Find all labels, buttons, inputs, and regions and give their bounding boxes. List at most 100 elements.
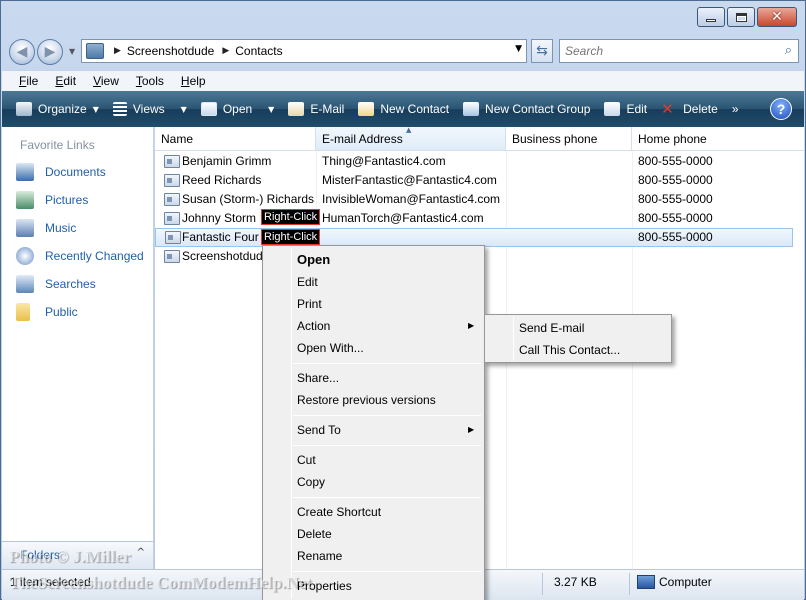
favorite-links-title: Favorite Links [20,138,95,152]
zone-label: Computer [659,575,712,589]
menu-item-print[interactable]: Print [297,297,322,311]
command-toolbar: Organize ▼ Views ▼ Open ▼ E-Mail New Contac… [2,91,804,127]
selection-size: 3.27 KB [554,575,597,589]
breadcrumb-contacts[interactable]: Contacts [235,44,282,58]
contact-email: InvisibleWoman@Fantastic4.com [322,192,501,206]
refresh-button[interactable]: ⇆ [531,39,553,63]
contact-card-icon [164,193,180,206]
new-contact-group-button[interactable]: New Contact Group [463,102,590,116]
recent-pages-dropdown[interactable]: ▼ [69,47,75,56]
breadcrumb-separator-icon[interactable]: ▶ [222,46,229,56]
menu-file[interactable]: File [19,74,38,88]
status-divider [629,573,630,595]
forward-button[interactable]: ▶ [37,39,63,65]
edit-button[interactable]: Edit [604,102,647,116]
table-row[interactable]: Susan (Storm-) Richards InvisibleWoman@F… [155,190,793,209]
sidebar-item-recently-changed[interactable]: Recently Changed [16,247,144,265]
breadcrumb-separator-icon[interactable]: ▶ [114,46,121,56]
help-icon: ? [776,101,786,117]
contact-home-phone: 800-555-0000 [638,173,713,187]
contact-name: Benjamin Grimm [182,154,272,168]
menu-item-send-email[interactable]: Send E-mail [519,321,584,335]
searches-icon [16,275,34,293]
chevron-down-icon: ▼ [92,104,99,114]
column-header-email[interactable]: ▲ E-mail Address [316,126,506,151]
delete-button[interactable]: ✕ Delete [661,100,718,118]
menu-item-create-shortcut[interactable]: Create Shortcut [297,505,381,519]
maximize-button[interactable] [727,7,755,27]
menu-item-restore-previous-versions[interactable]: Restore previous versions [297,393,436,407]
contact-card-icon [164,250,180,263]
documents-icon [16,163,34,181]
sidebar-item-searches[interactable]: Searches [16,275,96,293]
table-row[interactable]: Reed Richards MisterFantastic@Fantastic4… [155,171,793,190]
contact-email: Thing@Fantastic4.com [322,154,446,168]
menu-item-open-with[interactable]: Open With... [297,341,364,355]
menu-separator [293,363,481,364]
music-icon [16,219,34,237]
contact-home-phone: 800-555-0000 [638,192,713,206]
contact-card-icon [164,174,180,187]
column-header-home-phone[interactable]: Home phone [632,127,804,151]
right-click-annotation: Right-Click [260,229,321,245]
close-button[interactable]: ✕ [757,7,797,27]
menu-separator [293,445,481,446]
menu-item-send-to[interactable]: Send To [297,423,341,437]
delete-x-icon: ✕ [661,100,674,118]
sidebar-item-music[interactable]: Music [16,219,76,237]
menu-edit[interactable]: Edit [55,74,76,88]
new-contact-icon [358,102,375,116]
table-row[interactable]: Benjamin Grimm Thing@Fantastic4.com 800-… [155,152,793,171]
chevron-down-icon: ▼ [180,104,187,114]
action-submenu: Send E-mail Call This Contact... [484,314,672,363]
contact-home-phone: 800-555-0000 [638,211,713,225]
menu-help[interactable]: Help [181,74,206,88]
sidebar-item-documents[interactable]: Documents [16,163,106,181]
menu-item-share[interactable]: Share... [297,371,339,385]
submenu-arrow-icon: ▶ [468,425,475,434]
menu-tools[interactable]: Tools [136,74,164,88]
column-header-name[interactable]: Name [155,127,316,151]
contact-name: Fantastic Four [182,230,259,244]
more-commands-button[interactable]: » [732,102,739,116]
table-row[interactable]: Johnny Storm HumanTorch@Fantastic4.com 8… [155,209,793,228]
menu-item-action[interactable]: Action [297,319,330,333]
search-icon[interactable]: ⌕ [785,43,792,58]
search-input[interactable] [565,41,775,61]
menu-item-delete[interactable]: Delete [297,527,332,541]
menu-item-call-contact[interactable]: Call This Contact... [519,343,620,357]
right-click-annotation: Right-Click [260,209,321,225]
organize-icon [16,102,32,116]
email-button[interactable]: E-Mail [288,102,344,116]
back-button[interactable]: ◀ [9,39,35,65]
menu-item-edit[interactable]: Edit [297,275,318,289]
column-header-business-phone[interactable]: Business phone [506,127,632,151]
sidebar-item-public[interactable]: Public [16,303,78,321]
contact-card-icon [164,155,180,168]
menu-item-copy[interactable]: Copy [297,475,325,489]
contact-home-phone: 800-555-0000 [638,154,713,168]
address-bar[interactable]: ▶ Screenshotdude ▶ Contacts ▼ [81,39,527,63]
address-dropdown-icon[interactable]: ▼ [515,44,522,54]
menu-gutter [513,317,514,361]
open-button[interactable]: Open ▼ [200,102,275,116]
menu-item-cut[interactable]: Cut [297,453,316,467]
views-button[interactable]: Views ▼ [112,102,187,116]
chevron-down-icon: ▼ [268,104,275,114]
contact-group-icon [463,102,480,116]
breadcrumb-screenshotdude[interactable]: Screenshotdude [127,44,214,58]
help-button[interactable]: ? [770,98,792,120]
organize-button[interactable]: Organize ▼ [16,102,99,116]
menu-item-open[interactable]: Open [297,252,330,267]
explorer-window: ✕ ◀ ▶ ▼ ▶ Screenshotdude ▶ Contacts ▼ ⇆ … [0,0,806,600]
sidebar-item-pictures[interactable]: Pictures [16,191,88,209]
sort-ascending-icon: ▲ [406,126,412,134]
email-icon [288,102,305,116]
edit-pencil-icon [604,102,621,116]
menu-view[interactable]: View [93,74,119,88]
new-contact-button[interactable]: New Contact [358,102,449,116]
maximize-icon [735,12,747,22]
minimize-button[interactable] [697,7,725,27]
close-icon: ✕ [771,9,783,25]
contact-email: HumanTorch@Fantastic4.com [322,211,484,225]
